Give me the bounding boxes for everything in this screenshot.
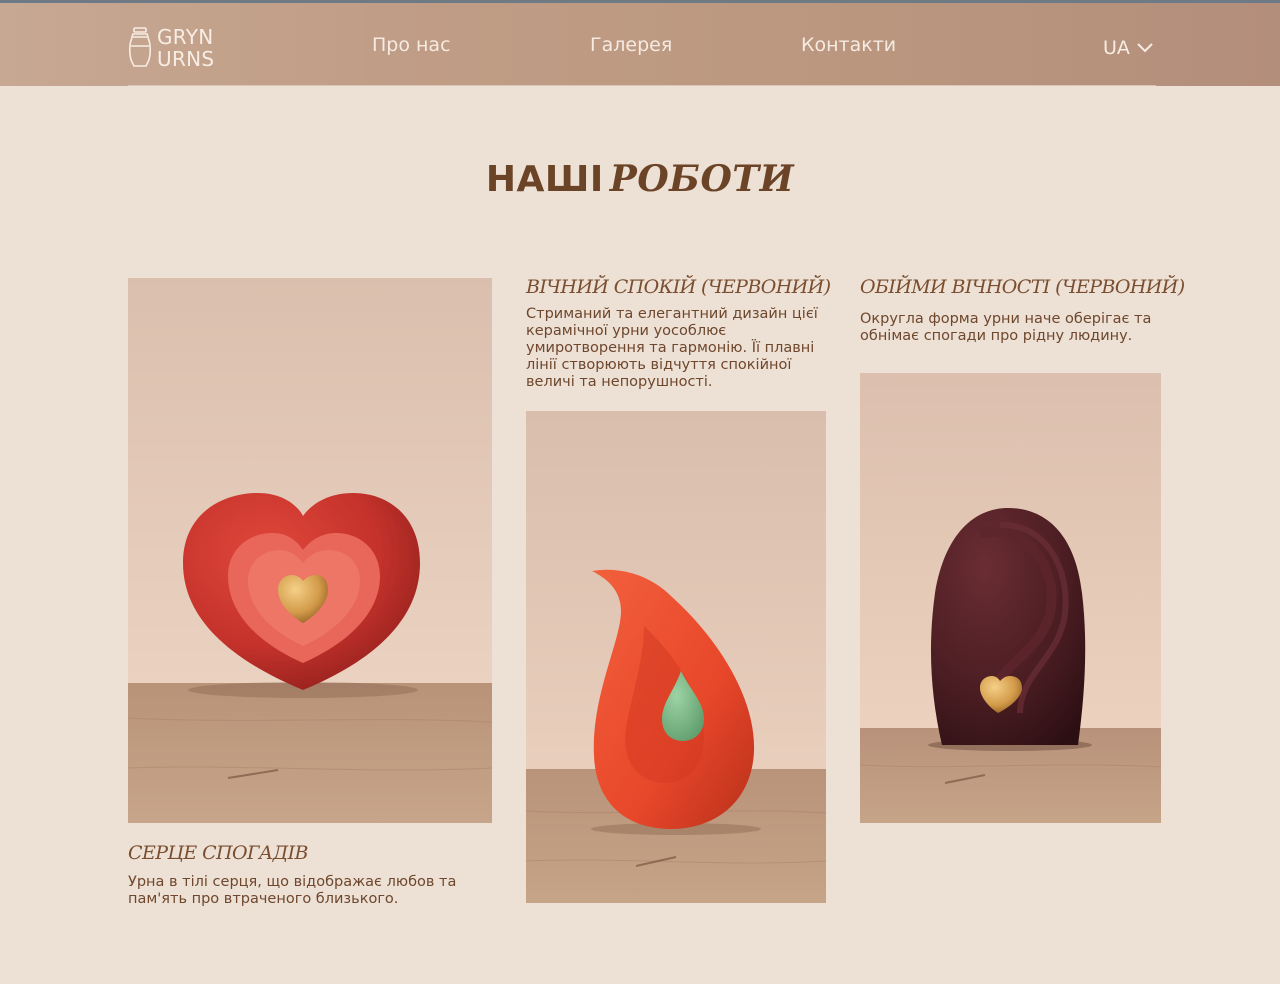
heart-urn-photo[interactable] bbox=[128, 278, 492, 823]
logo-line-2: URNS bbox=[157, 47, 215, 71]
language-selector[interactable]: UA bbox=[1103, 37, 1154, 59]
logo-wordmark: GRYN URNS bbox=[157, 26, 214, 70]
urn-logo-icon bbox=[127, 26, 153, 72]
language-label: UA bbox=[1103, 37, 1130, 59]
drop-urn-photo[interactable] bbox=[526, 411, 826, 903]
site-logo[interactable]: GRYN URNS bbox=[127, 26, 214, 72]
chevron-down-icon bbox=[1130, 37, 1154, 59]
work-description-drop: Стриманий та елегантний дизайн цієї кера… bbox=[526, 306, 818, 390]
work-description-heart: Урна в тілі серця, що відображає любов т… bbox=[128, 874, 457, 907]
work-description-oval: Округла форма урни наче оберігає та обні… bbox=[860, 311, 1152, 344]
logo-line-1: GRYN bbox=[157, 25, 214, 49]
page-title: НАШІ РОБОТИ bbox=[0, 158, 1280, 200]
work-title-heart[interactable]: СЕРЦЕ СПОГАДІВ bbox=[128, 842, 308, 864]
nav-gallery[interactable]: Галерея bbox=[590, 34, 672, 56]
work-title-oval[interactable]: ОБІЙМИ ВІЧНОСТІ (ЧЕРВОНИЙ) bbox=[860, 276, 1185, 298]
page-title-plain: НАШІ bbox=[485, 159, 604, 200]
page-title-italic: РОБОТИ bbox=[609, 158, 795, 200]
oval-urn-photo[interactable] bbox=[860, 373, 1161, 823]
nav-contacts[interactable]: Контакти bbox=[801, 34, 896, 56]
nav-about[interactable]: Про нас bbox=[372, 34, 451, 56]
header-divider bbox=[128, 85, 1156, 86]
work-title-drop[interactable]: ВІЧНИЙ СПОКІЙ (ЧЕРВОНИЙ) bbox=[526, 276, 831, 298]
